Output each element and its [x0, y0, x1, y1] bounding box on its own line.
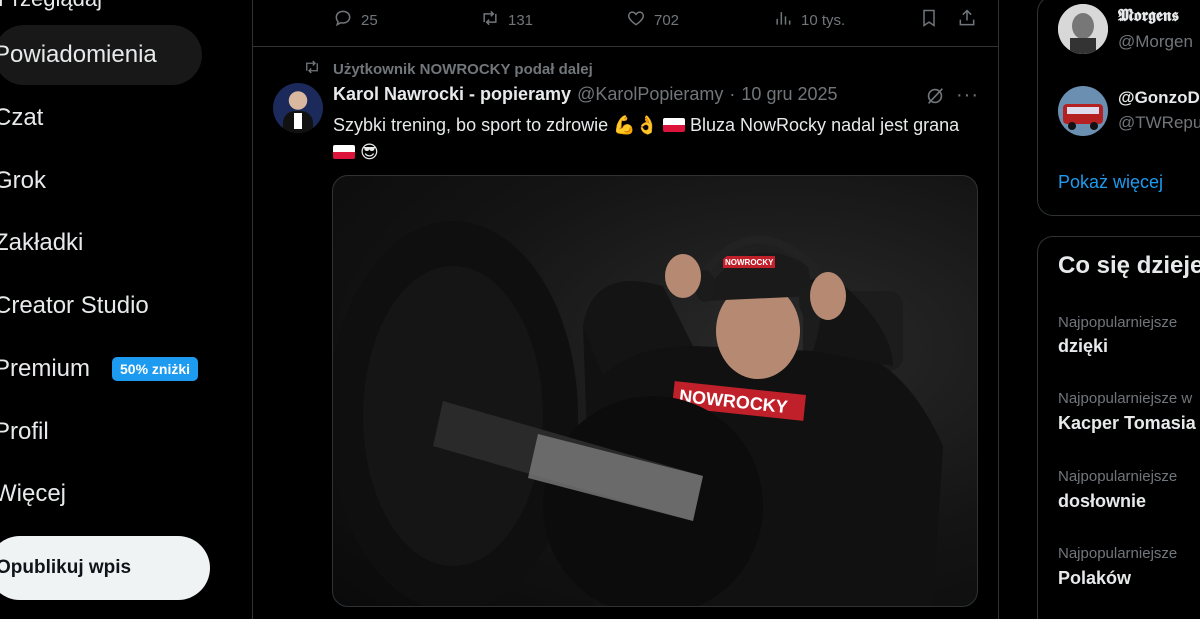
sidebar-item-label: Czat — [0, 104, 44, 131]
show-more-link[interactable]: Pokaż więcej — [1058, 172, 1163, 193]
follow-suggestion-handle[interactable]: @Morgen — [1118, 32, 1193, 52]
column-divider-left — [252, 0, 253, 619]
tweet-media-photo[interactable]: NOWROCKY NOWROCKY — [332, 175, 978, 607]
left-sidebar: Przeglądaj Powiadomienia Czat Grok Zakła… — [0, 0, 252, 619]
gym-photo-illustration: NOWROCKY NOWROCKY — [333, 221, 943, 606]
bookmark-icon — [919, 8, 939, 32]
sidebar-item-label: Więcej — [0, 480, 67, 507]
follow-suggestion-avatar[interactable] — [1058, 86, 1108, 136]
sidebar-item-more[interactable]: Więcej — [0, 464, 66, 524]
grok-icon — [924, 88, 946, 111]
share-button[interactable] — [957, 8, 977, 32]
reply-icon — [333, 8, 353, 32]
avatar-shirt-shape — [294, 113, 302, 129]
red-bus-avatar-art — [1058, 86, 1108, 136]
tweet-divider — [253, 46, 998, 47]
sidebar-item-creator-studio[interactable]: Creator Studio — [0, 276, 149, 336]
sidebar-item-notifications[interactable]: Powiadomienia — [0, 25, 202, 85]
like-button[interactable]: 702 — [626, 8, 679, 32]
analytics-icon — [773, 8, 793, 32]
sidebar-item-label: Powiadomienia — [0, 41, 157, 68]
flexed-biceps-ok-emoji: 💪👌 — [613, 115, 658, 136]
x-timeline-page: Przeglądaj Powiadomienia Czat Grok Zakła… — [0, 0, 1200, 619]
heart-icon — [626, 8, 646, 32]
column-divider-right — [998, 0, 999, 619]
author-avatar[interactable] — [273, 83, 323, 133]
sunglasses-emoji: 😎 — [360, 142, 379, 163]
sidebar-item-bookmarks[interactable]: Zakładki — [0, 213, 83, 273]
author-handle[interactable]: @KarolPopieramy — [577, 84, 723, 105]
sidebar-item-label: Grok — [0, 167, 47, 194]
repost-count: 131 — [508, 11, 534, 29]
trend-item[interactable]: dosłownie — [1058, 491, 1146, 512]
trend-item[interactable]: Polaków — [1058, 568, 1131, 589]
trend-category: Najpopularniejsze — [1058, 545, 1178, 562]
grok-explain-button[interactable] — [924, 85, 946, 112]
reply-button[interactable]: 25 — [333, 8, 378, 32]
sidebar-item-label: Premium — [0, 355, 91, 382]
bookmark-button[interactable] — [919, 8, 939, 32]
reply-count: 25 — [361, 11, 378, 29]
repost-icon — [303, 58, 321, 80]
sidebar-item-grok[interactable]: Grok — [0, 151, 46, 211]
like-count: 702 — [654, 11, 680, 29]
header-separator: · — [729, 84, 736, 104]
tweet-text: Szybki trening, bo sport to zdrowie 💪👌 B… — [333, 112, 973, 166]
sidebar-item-label: Creator Studio — [0, 292, 149, 319]
poland-flag-icon — [333, 145, 355, 159]
tweet-text-part2: Bluza NowRocky nadal jest grana — [690, 115, 960, 135]
repost-button[interactable]: 131 — [480, 8, 533, 32]
right-hand-shape — [810, 272, 846, 320]
poland-flag-icon — [663, 118, 685, 132]
repost-header[interactable]: Użytkownik NOWROCKY podał dalej — [303, 58, 593, 80]
trend-category: Najpopularniejsze — [1058, 468, 1178, 485]
tweet-text-part1: Szybki trening, bo sport to zdrowie — [333, 115, 609, 135]
follow-suggestion-avatar[interactable] — [1058, 4, 1108, 54]
left-hand-shape — [665, 254, 701, 298]
more-icon: ··· — [956, 84, 979, 106]
sidebar-item-chat[interactable]: Czat — [0, 88, 43, 148]
follow-suggestion-name[interactable]: 𝕸𝖔𝖗𝖌𝖊𝖓𝖘 — [1118, 6, 1179, 26]
premium-discount-badge: 50% zniżki — [112, 357, 199, 381]
views-button[interactable]: 10 tys. — [773, 8, 845, 32]
trend-category: Najpopularniejsze w — [1058, 390, 1193, 407]
trend-category: Najpopularniejsze — [1058, 314, 1178, 331]
views-count: 10 tys. — [801, 11, 846, 29]
follow-suggestion-handle[interactable]: @TWRepu — [1118, 113, 1200, 133]
sidebar-item-label: Zakładki — [0, 229, 84, 256]
tweet-header: Karol Nawrocki - popieramy @KarolPopiera… — [333, 84, 838, 105]
prev-tweet-action-bar: 25 131 702 10 tys. — [0, 8, 1000, 32]
trends-title: Co się dzieje — [1058, 252, 1200, 279]
sidebar-item-label: Profil — [0, 418, 49, 445]
bearded-man-avatar-art — [1058, 4, 1108, 54]
follow-suggestion-name[interactable]: @GonzoD — [1118, 88, 1200, 108]
tweet-date[interactable]: 10 gru 2025 — [741, 84, 837, 105]
sidebar-item-profile[interactable]: Profil — [0, 402, 49, 462]
share-icon — [957, 8, 977, 32]
repost-label: Użytkownik NOWROCKY podał dalej — [333, 60, 593, 78]
repost-icon — [480, 8, 500, 32]
trend-item[interactable]: dzięki — [1058, 336, 1108, 357]
post-button[interactable]: Opublikuj wpis — [0, 536, 210, 600]
more-options-button[interactable]: ··· — [956, 84, 979, 107]
author-name[interactable]: Karol Nawrocki - popieramy — [333, 84, 571, 105]
sidebar-item-premium[interactable]: Premium 50% zniżki — [0, 339, 199, 399]
trend-item[interactable]: Kacper Tomasia — [1058, 413, 1196, 434]
cap-logo-text: NOWROCKY — [725, 258, 774, 267]
